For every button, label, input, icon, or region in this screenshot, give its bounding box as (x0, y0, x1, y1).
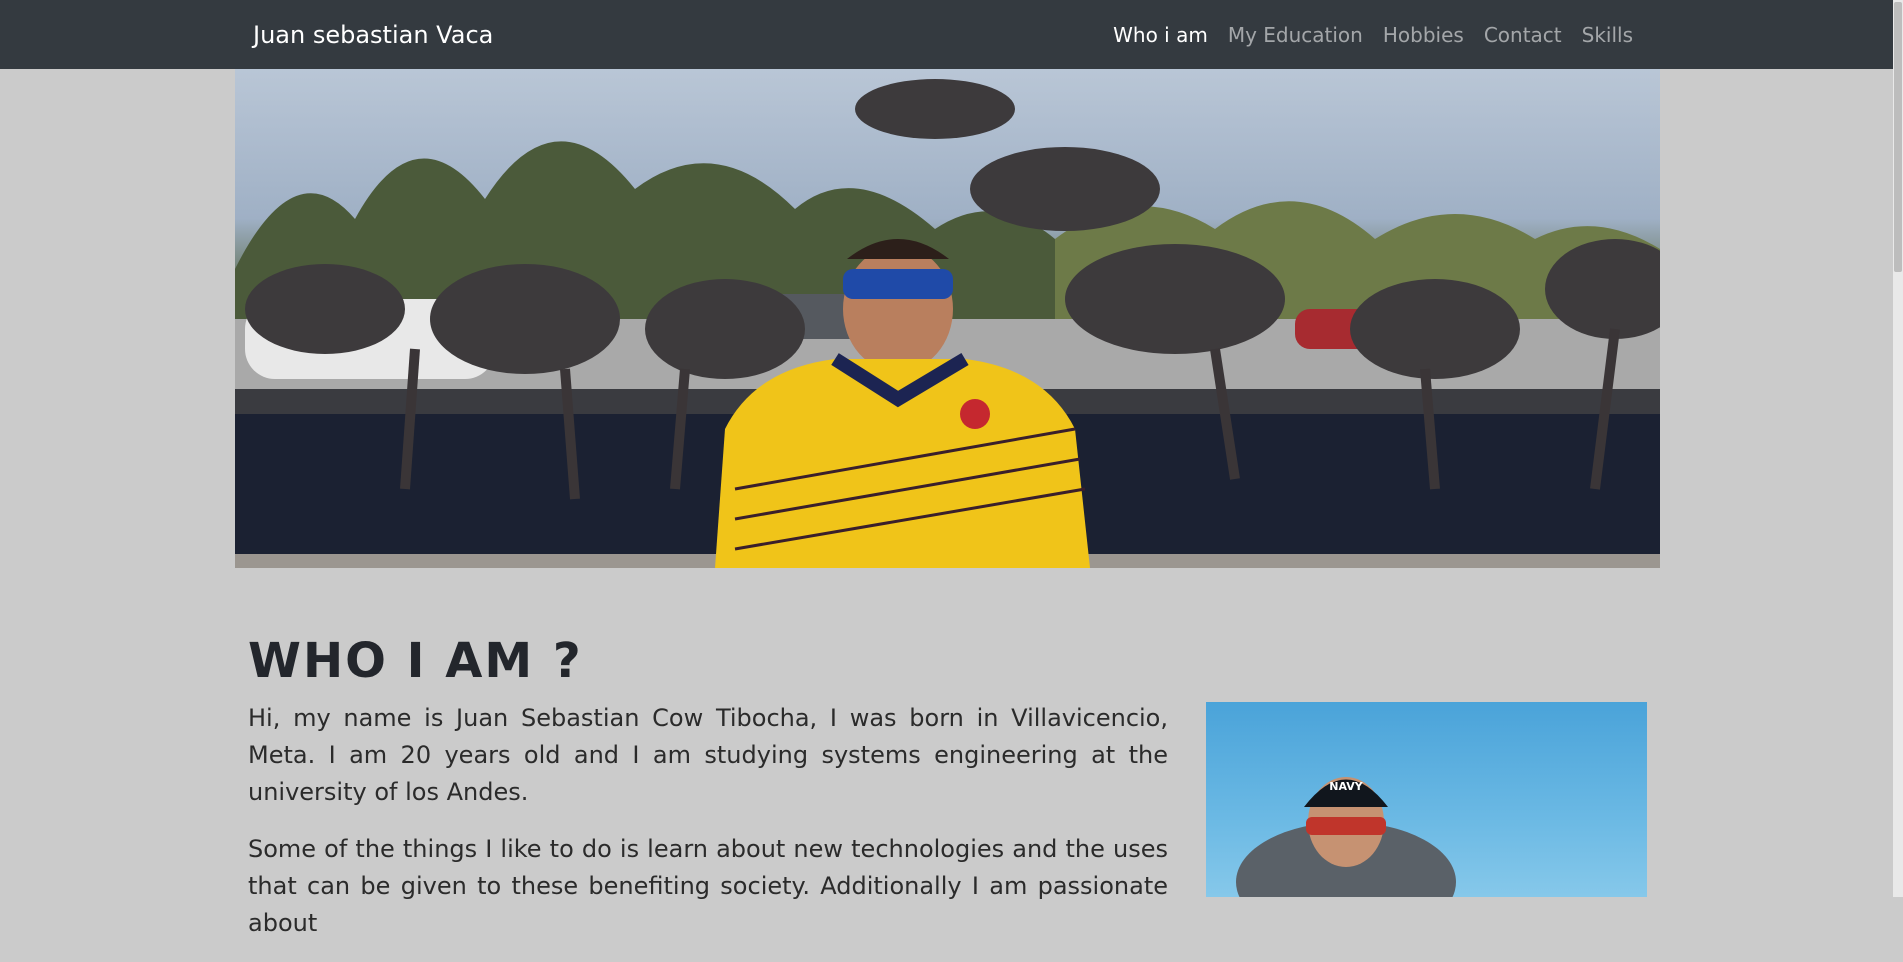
profile-photo: NAVY (1206, 702, 1647, 897)
about-paragraph-1: Hi, my name is Juan Sebastian Cow Tiboch… (248, 704, 1168, 806)
top-navbar: Juan sebastian Vaca Who i am My Educatio… (0, 0, 1903, 69)
nav-item-hobbies[interactable]: Hobbies (1383, 22, 1464, 48)
about-text: Hi, my name is Juan Sebastian Cow Tiboch… (248, 700, 1168, 962)
about-title: WHO I AM ? (248, 633, 583, 689)
nav-item-skills[interactable]: Skills (1582, 22, 1633, 48)
about-paragraph-2: Some of the things I like to do is learn… (248, 835, 1168, 937)
hero-photo-illustration (235, 79, 1660, 568)
cap-text: NAVY (1329, 780, 1363, 793)
nav-item-my-education[interactable]: My Education (1228, 22, 1363, 48)
scrollbar-thumb[interactable] (1894, 2, 1902, 272)
hero-photo (235, 69, 1660, 568)
nav-menu: Who i am My Education Hobbies Contact Sk… (1113, 22, 1633, 48)
profile-photo-illustration: NAVY (1236, 777, 1456, 897)
brand-name[interactable]: Juan sebastian Vaca (253, 20, 493, 50)
nav-item-who-i-am[interactable]: Who i am (1113, 22, 1208, 48)
page-scrollbar[interactable] (1893, 0, 1903, 897)
nav-item-contact[interactable]: Contact (1484, 22, 1562, 48)
